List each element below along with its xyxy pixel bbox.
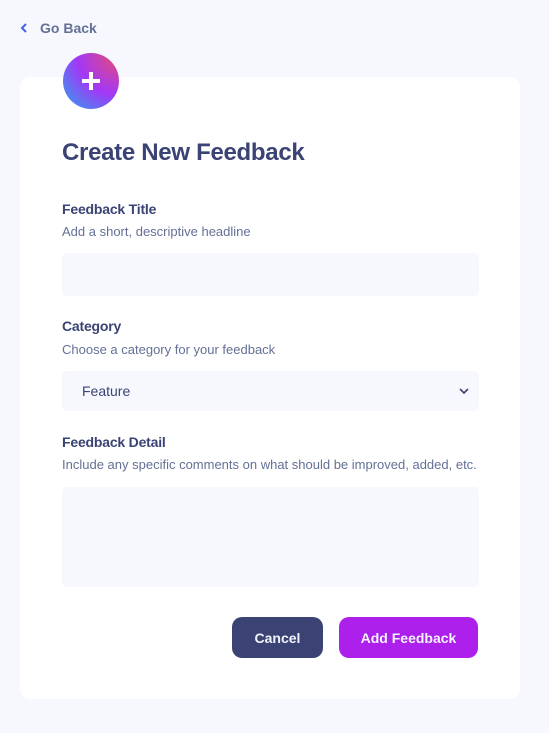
plus-icon [63, 53, 119, 109]
feedback-title-input[interactable] [62, 253, 479, 296]
go-back-link[interactable]: Go Back [20, 18, 97, 38]
feedback-detail-textarea[interactable] [62, 487, 479, 587]
category-hint: Choose a category for your feedback [62, 342, 276, 357]
feedback-detail-hint: Include any specific comments on what sh… [62, 457, 477, 472]
category-selected-value: Feature [82, 383, 131, 399]
page-title: Create New Feedback [62, 139, 305, 166]
feedback-detail-label: Feedback Detail [62, 434, 166, 450]
category-label: Category [62, 318, 122, 334]
chevron-down-icon [459, 387, 469, 395]
feedback-title-hint: Add a short, descriptive headline [62, 224, 251, 239]
go-back-label: Go Back [40, 20, 97, 36]
chevron-left-icon [20, 22, 28, 34]
category-select[interactable]: Feature [62, 371, 479, 411]
add-feedback-button[interactable]: Add Feedback [339, 617, 478, 658]
cancel-button[interactable]: Cancel [232, 617, 323, 658]
feedback-title-label: Feedback Title [62, 201, 157, 217]
